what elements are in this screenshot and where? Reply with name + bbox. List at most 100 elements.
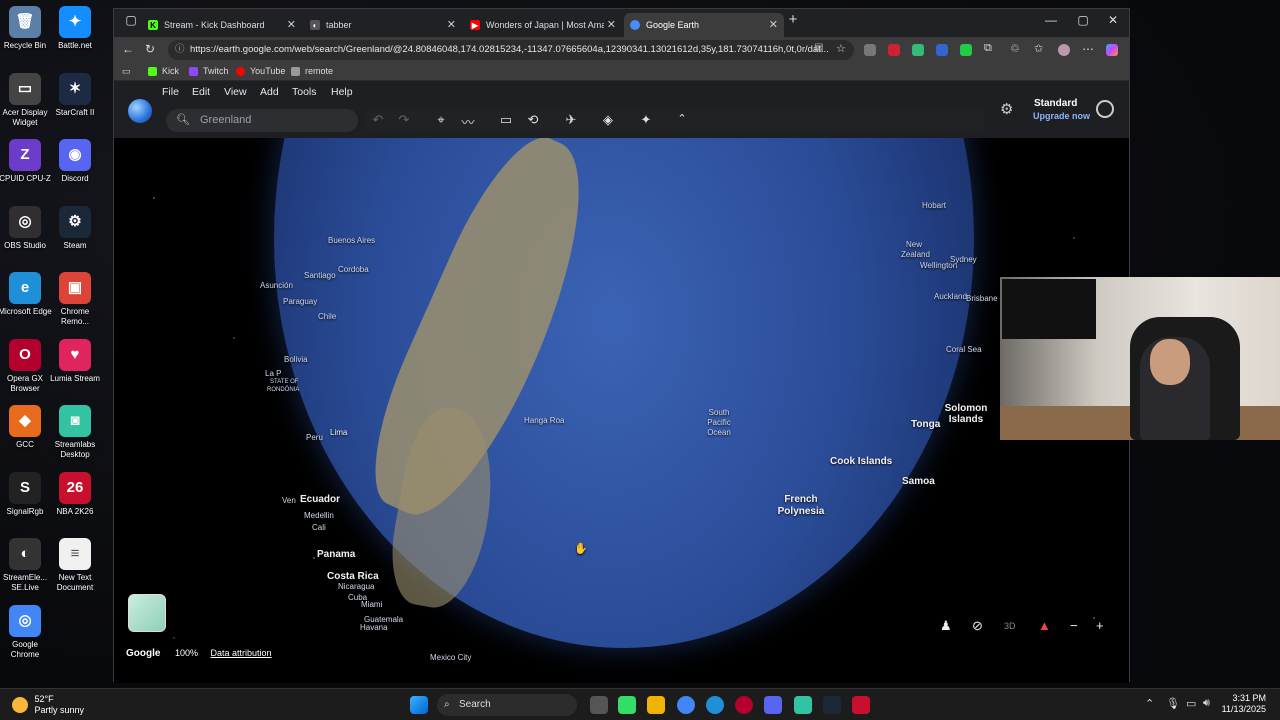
desktop-icon[interactable]: ◉ Discord [48, 139, 102, 184]
nba-2k26-icon[interactable] [852, 696, 870, 714]
google-earth-logo[interactable] [128, 99, 152, 123]
favorite-twitch[interactable]: Twitch [189, 66, 229, 76]
read-aloud-icon[interactable]: ▤ [814, 42, 823, 53]
favorite-remote[interactable]: remote [291, 66, 333, 76]
site-info-icon[interactable]: ⓘ [175, 40, 185, 60]
desktop-icon[interactable]: e Microsoft Edge [0, 272, 52, 317]
url-field[interactable]: ⓘ https://earth.google.com/web/search/Gr… [168, 40, 854, 60]
compass-icon[interactable]: ▲ [1038, 618, 1051, 633]
show-hidden-icons-chevron-icon[interactable]: ⌃ [1145, 697, 1154, 710]
opera-gx-icon[interactable] [735, 696, 753, 714]
upgrade-link[interactable]: Upgrade now [1033, 111, 1090, 121]
discord-icon[interactable] [764, 696, 782, 714]
copilot-icon[interactable] [1106, 44, 1118, 56]
menu-tools[interactable]: Tools [292, 86, 317, 98]
microphone-icon[interactable]: 🎙︎ [1166, 697, 1180, 710]
desktop-icon[interactable]: ♥ Lumia Stream [48, 338, 102, 384]
profile-avatar[interactable] [1058, 44, 1070, 56]
desktop-icon[interactable]: ✶ StarCraft II [48, 72, 102, 118]
extension-icon[interactable] [864, 44, 876, 56]
favorite-youtube[interactable]: YouTube [236, 66, 285, 76]
network-icon[interactable]: ▭ [1186, 697, 1196, 710]
more-options-icon[interactable]: ⋯ [1082, 42, 1094, 56]
start-icon[interactable] [410, 696, 428, 714]
extension-icon[interactable] [888, 44, 900, 56]
pegman-icon[interactable]: ♟ [940, 618, 952, 634]
refresh-icon[interactable]: ↻ [145, 42, 155, 56]
tab-google-earth[interactable]: Google Earth ✕ [624, 13, 784, 37]
desktop-icon[interactable]: ◙ Streamlabs Desktop [48, 405, 102, 460]
chrome-icon[interactable] [677, 696, 695, 714]
menu-file[interactable]: File [162, 86, 179, 98]
back-icon[interactable]: ← [122, 42, 134, 56]
taskbar-search[interactable]: ⌕ Search [437, 694, 577, 716]
desktop-icon[interactable]: ◎ Google Chrome [0, 604, 52, 660]
split-screen-icon[interactable]: ♲ [1010, 42, 1020, 55]
desktop-icon[interactable]: ▭ Acer Display Widget [0, 72, 52, 128]
steam-icon[interactable] [823, 696, 841, 714]
desktop-icon[interactable]: ◎ OBS Studio [0, 205, 52, 251]
menu-help[interactable]: Help [331, 86, 353, 98]
favorites-icon[interactable]: ✩ [1034, 42, 1043, 55]
close-window-icon[interactable]: ✕ [1098, 13, 1128, 27]
extension-icon[interactable] [936, 44, 948, 56]
close-tab-icon[interactable]: ✕ [287, 18, 296, 31]
data-attribution-link[interactable]: Data attribution [211, 648, 272, 658]
edge-icon[interactable] [706, 696, 724, 714]
redo-icon[interactable]: ↷ [394, 112, 414, 128]
maximize-icon[interactable]: ▢ [1068, 13, 1098, 27]
chevron-up-icon[interactable]: ⌃ [672, 112, 692, 125]
desktop-icon[interactable]: ◆ GCC [0, 405, 52, 450]
search-input[interactable]: 🔍︎ Greenland [166, 109, 358, 132]
favorite-kick[interactable]: Kick [148, 66, 179, 76]
extension-icon[interactable] [960, 44, 972, 56]
desktop-icon[interactable]: 🗑 Recycle Bin [0, 6, 52, 51]
settings-gear-icon[interactable]: ⚙ [1000, 100, 1013, 118]
tab-kick-dashboard[interactable]: K Stream - Kick Dashboard ✕ [142, 13, 302, 37]
zoom-in-icon[interactable]: + [1096, 618, 1104, 633]
new-tab-button[interactable]: + [778, 11, 808, 28]
desktop-icon[interactable]: O Opera GX Browser [0, 338, 52, 394]
sparkle-icon[interactable]: ✦ [636, 112, 656, 128]
file-explorer-icon[interactable] [647, 696, 665, 714]
desktop-icon[interactable]: ▣ Chrome Remo... [48, 272, 102, 327]
placemark-icon[interactable]: ⌖ [431, 112, 451, 128]
widgets-icon[interactable] [618, 696, 636, 714]
extension-icon[interactable] [912, 44, 924, 56]
task-view-icon[interactable] [590, 696, 608, 714]
tab-wonders-of-japan[interactable]: ▶ Wonders of Japan | Most Amazin... ✕ [464, 13, 622, 37]
tab-tabber[interactable]: ◐ tabber ✕ [304, 13, 462, 37]
favorites-toggle-icon[interactable]: ▭ [122, 66, 131, 77]
globe[interactable] [274, 81, 974, 648]
desktop-icon[interactable]: 26 NBA 2K26 [48, 471, 102, 517]
desktop-icon[interactable]: ✦ Battle.net [48, 6, 102, 51]
voyager-icon[interactable]: ✈ [561, 112, 581, 128]
historical-imagery-icon[interactable]: ⟲ [523, 112, 543, 128]
streamlabs-icon[interactable] [794, 696, 812, 714]
3d-toggle[interactable]: 3D [1004, 621, 1016, 631]
desktop-icon[interactable]: ⚙ Steam [48, 205, 102, 251]
close-tab-icon[interactable]: ✕ [607, 18, 616, 31]
map-view[interactable]: Buenos Aires Cordoba Santiago Asunción P… [114, 81, 1129, 683]
volume-icon[interactable]: 🔊︎ [1203, 697, 1210, 710]
layers-icon[interactable]: ◈ [598, 112, 618, 128]
desktop-icon[interactable]: ◐ StreamEle... SE.Live [0, 538, 52, 593]
menu-view[interactable]: View [224, 86, 247, 98]
tilt-icon[interactable]: ⊘ [972, 618, 983, 634]
desktop-icon[interactable]: ≡ New Text Document [48, 538, 102, 593]
path-icon[interactable]: 〰 [458, 112, 478, 131]
close-tab-icon[interactable]: ✕ [769, 18, 778, 31]
desktop-icon[interactable]: S SignalRgb [0, 471, 52, 517]
account-icon[interactable] [1096, 100, 1114, 118]
map-style-thumbnail[interactable] [128, 594, 166, 632]
desktop-icon[interactable]: Z CPUID CPU-Z [0, 139, 52, 184]
clock[interactable]: 3:31 PM 11/13/2025 [1222, 693, 1266, 715]
zoom-out-icon[interactable]: − [1070, 618, 1078, 633]
undo-icon[interactable]: ↶ [368, 112, 388, 128]
weather-widget[interactable]: 52°F Partly sunny [12, 694, 84, 716]
minimize-icon[interactable]: — [1036, 13, 1066, 27]
favorite-star-icon[interactable]: ☆ [836, 42, 846, 55]
close-tab-icon[interactable]: ✕ [447, 18, 456, 31]
menu-edit[interactable]: Edit [192, 86, 210, 98]
menu-add[interactable]: Add [260, 86, 279, 98]
